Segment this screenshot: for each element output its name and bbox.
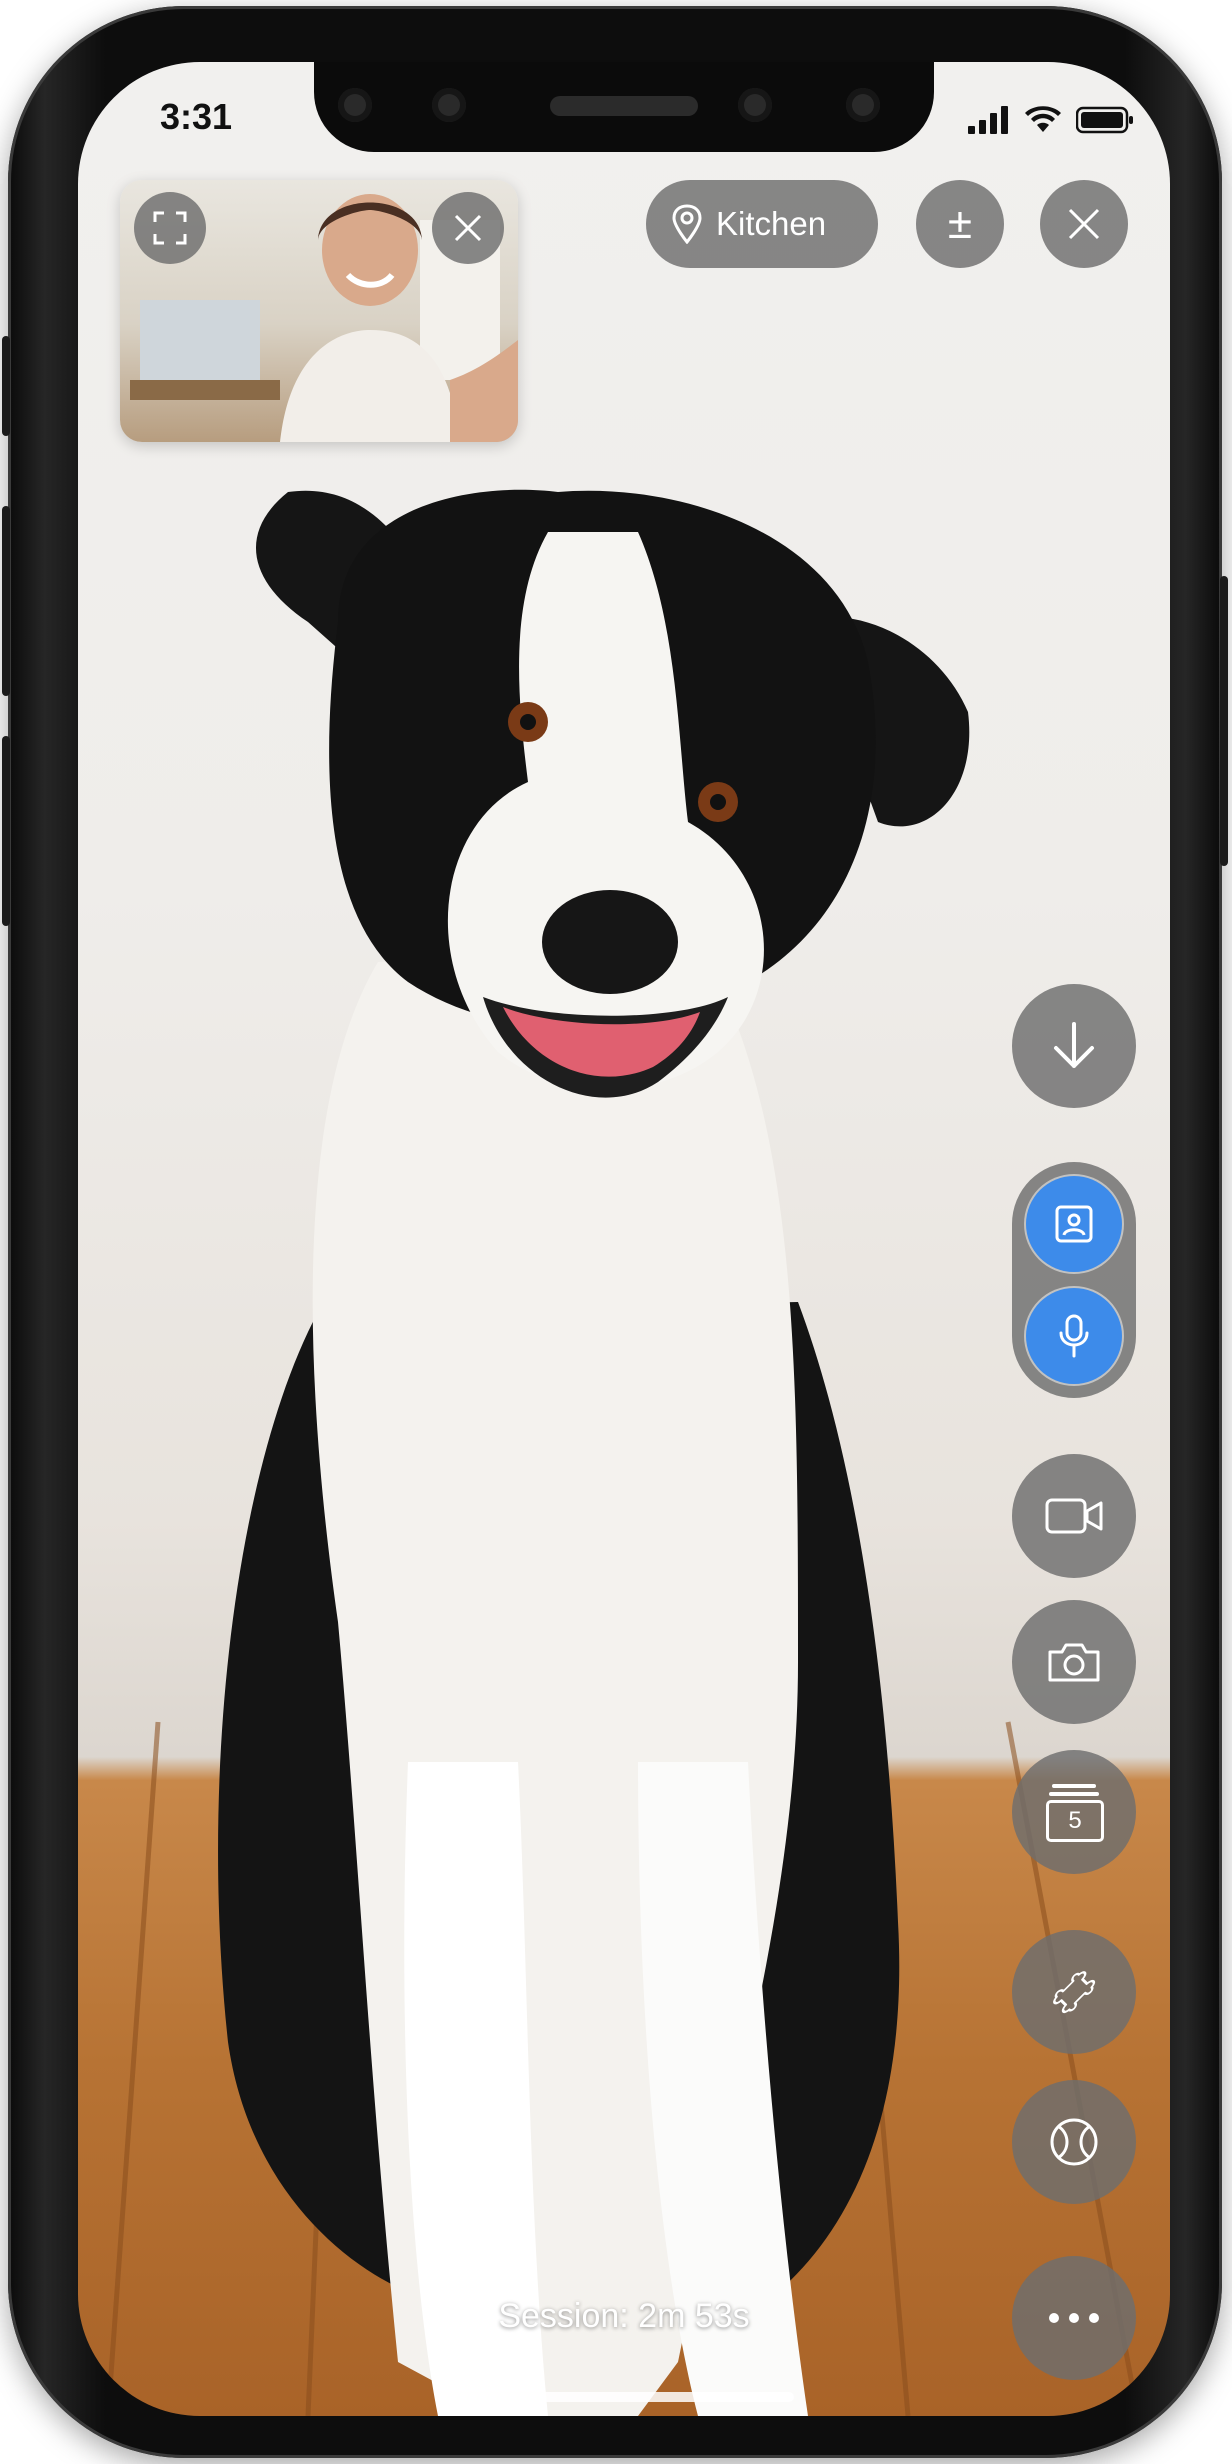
volume-up-button [2,506,10,696]
toss-treat-button[interactable] [1012,1930,1136,2054]
mute-switch [2,336,10,436]
location-label: Kitchen [716,205,827,242]
map-pin-icon [672,204,702,244]
treats-counter-button[interactable]: 5 [1012,1750,1136,1874]
microphone-toggle-button[interactable] [1026,1288,1122,1384]
location-selector-button[interactable]: Kitchen [646,180,878,268]
download-button[interactable] [1012,984,1136,1108]
ball-icon [1050,2118,1098,2166]
home-indicator[interactable] [454,2392,794,2402]
end-session-button[interactable] [1040,180,1128,268]
front-camera [738,88,772,122]
status-icons [968,98,1134,134]
phone-frame: 3:31 Kitchen ± 5 Session: 2m 53s [2,6,1228,2458]
treat-dispenser-icon: 5 [1046,1784,1104,1842]
battery-icon [1076,106,1133,134]
front-sensor [846,88,880,122]
plus-minus-label: ± [947,199,973,248]
earpiece-speaker [550,96,698,116]
close-icon [1068,208,1100,240]
session-timer: Session: 2m 53s [498,2297,750,2335]
bone-icon [1053,1971,1096,2014]
pip-expand-button[interactable] [134,192,206,264]
treats-count: 5 [1068,1807,1082,1834]
pip-close-button[interactable] [432,192,504,264]
status-time: 3:31 [160,96,233,137]
contact-card-icon [1055,1205,1093,1243]
power-button [1220,576,1228,866]
audio-video-toggle-group [1012,1162,1136,1398]
volume-down-button [2,736,10,926]
front-sensor [338,88,372,122]
arrow-down-icon [1054,1022,1094,1068]
video-camera-icon [1045,1498,1103,1534]
microphone-icon [1059,1314,1089,1358]
notch [314,62,934,152]
camera-toggle-button[interactable] [1026,1176,1122,1272]
record-video-button[interactable] [1012,1454,1136,1578]
zoom-adjust-button[interactable]: ± [916,180,1004,268]
camera-feed-screen: 3:31 Kitchen ± 5 Session: 2m 53s [78,62,1170,2416]
pip-video-preview[interactable] [120,180,518,442]
front-sensor [432,88,466,122]
camera-icon [1048,1643,1100,1682]
close-icon [454,214,482,242]
wifi-icon [1025,106,1061,132]
laser-ball-button[interactable] [1012,2080,1136,2204]
fullscreen-icon [153,211,187,245]
take-photo-button[interactable] [1012,1600,1136,1724]
cellular-signal-icon [968,106,1008,134]
